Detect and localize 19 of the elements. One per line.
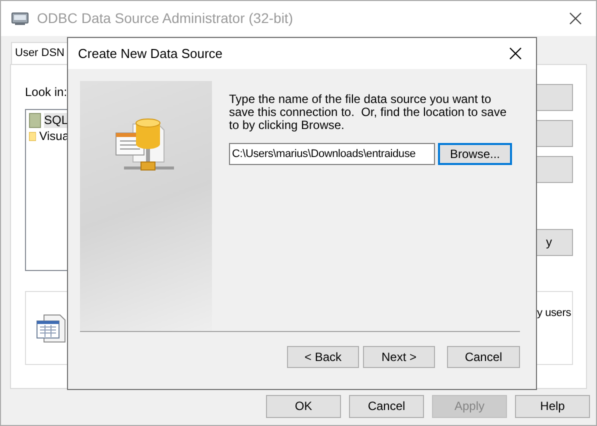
wizard-button[interactable]: < Back	[287, 346, 359, 368]
app-icon	[11, 12, 29, 26]
tab[interactable]: User DSN	[11, 42, 68, 64]
wizard-button[interactable]: Next >	[363, 346, 435, 368]
dialog-title: Create New Data Source	[78, 44, 223, 63]
apply-button: Apply	[432, 394, 507, 418]
instruction-text: Type the name of the file data source you want to save this connection to. Or, find the location to save to by clicking Browse.	[229, 93, 508, 132]
look-in-label: Look in:	[25, 84, 68, 100]
close-icon	[508, 47, 522, 60]
path-field[interactable]: C:\Users\marius\Downloads\entraiduse	[229, 143, 435, 165]
dialog-button[interactable]: Help	[515, 394, 590, 418]
window-title: ODBC Data Source Administrator (32-bit)	[37, 9, 293, 28]
wizard-button[interactable]: Cancel	[447, 346, 520, 368]
info-text: y users	[536, 306, 571, 320]
browse-button[interactable]: Browse...	[438, 143, 512, 165]
folder-name[interactable]: SQL	[44, 112, 68, 128]
close-icon	[568, 12, 582, 25]
dialog-button[interactable]: Cancel	[349, 394, 424, 418]
dialog-button[interactable]: OK	[266, 394, 341, 418]
